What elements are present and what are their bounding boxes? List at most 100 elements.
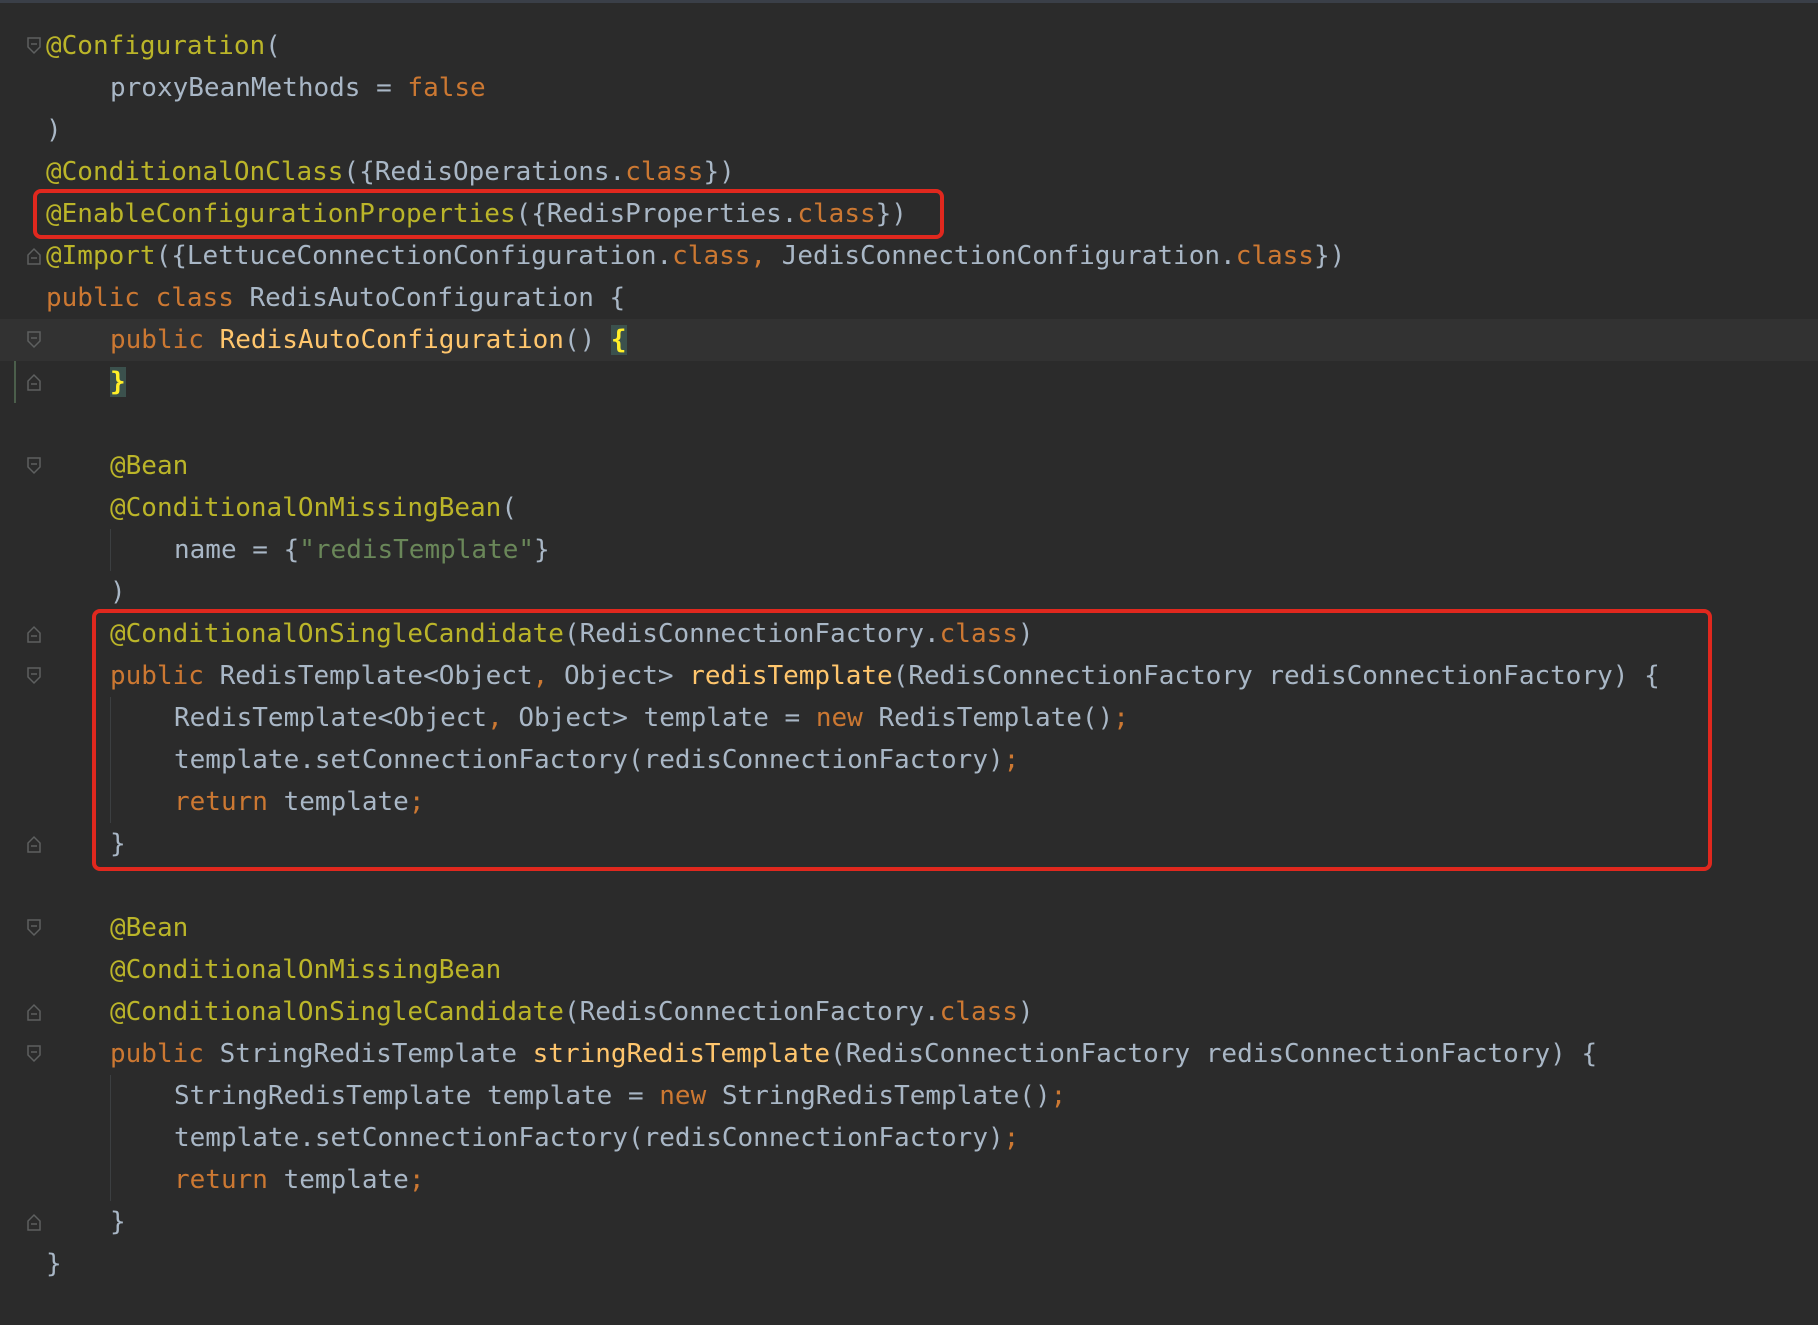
code-text[interactable]: public RedisAutoConfiguration() { <box>110 319 627 361</box>
code-token: ; <box>1050 1081 1067 1111</box>
code-line[interactable]: } <box>0 361 1818 403</box>
code-token: @Bean <box>110 451 189 481</box>
code-line[interactable]: ) <box>0 571 1818 613</box>
code-token: () <box>563 325 611 355</box>
indent-guide <box>110 529 111 571</box>
code-line[interactable]: template.setConnectionFactory(redisConne… <box>0 1117 1818 1159</box>
code-text[interactable]: name = {"redisTemplate"} <box>174 529 550 571</box>
code-line[interactable] <box>0 865 1818 907</box>
fold-open-icon[interactable] <box>27 457 41 475</box>
code-text[interactable]: public StringRedisTemplate stringRedisTe… <box>110 1033 1597 1075</box>
code-text[interactable]: } <box>46 1243 62 1285</box>
code-text[interactable]: ) <box>46 109 62 151</box>
code-token: "redisTemplate" <box>299 535 535 565</box>
code-token: ({RedisOperations. <box>343 157 626 187</box>
code-token: class <box>1235 241 1314 271</box>
code-line[interactable]: public StringRedisTemplate stringRedisTe… <box>0 1033 1818 1075</box>
code-token: RedisAutoConfiguration { <box>249 283 626 313</box>
code-line[interactable]: @Bean <box>0 907 1818 949</box>
code-line[interactable]: } <box>0 1201 1818 1243</box>
code-text[interactable]: @ConditionalOnClass({RedisOperations.cla… <box>46 151 735 193</box>
code-token: { <box>610 325 627 355</box>
code-text[interactable]: proxyBeanMethods = false <box>110 67 486 109</box>
code-token: } <box>110 1207 126 1237</box>
code-token: } <box>534 535 550 565</box>
code-token: ( <box>501 493 517 523</box>
code-line[interactable]: name = {"redisTemplate"} <box>0 529 1818 571</box>
code-token: } <box>110 367 126 397</box>
code-token: StringRedisTemplate <box>219 1039 533 1069</box>
code-token: StringRedisTemplate() <box>721 1081 1051 1111</box>
code-token: public <box>110 1039 220 1069</box>
fold-close-icon[interactable] <box>27 373 41 391</box>
code-line[interactable]: @ConditionalOnSingleCandidate(RedisConne… <box>0 991 1818 1033</box>
code-line[interactable]: StringRedisTemplate template = new Strin… <box>0 1075 1818 1117</box>
code-token: class <box>625 157 704 187</box>
code-token: @Configuration <box>46 31 266 61</box>
code-text[interactable]: @Bean <box>110 907 188 949</box>
code-line[interactable]: ) <box>0 109 1818 151</box>
fold-close-icon[interactable] <box>27 247 41 265</box>
code-line[interactable]: } <box>0 1243 1818 1285</box>
code-line[interactable]: @Configuration( <box>0 25 1818 67</box>
code-text[interactable]: @Configuration( <box>46 25 281 67</box>
code-line[interactable] <box>0 403 1818 445</box>
code-line[interactable]: @Import({LettuceConnectionConfiguration.… <box>0 235 1818 277</box>
fold-open-icon[interactable] <box>27 37 41 55</box>
code-line[interactable]: @Bean <box>0 445 1818 487</box>
code-token: false <box>407 73 486 103</box>
code-line[interactable]: @ConditionalOnClass({RedisOperations.cla… <box>0 151 1818 193</box>
code-token: RedisAutoConfiguration <box>219 325 564 355</box>
code-token: ) <box>110 577 126 607</box>
fold-open-icon[interactable] <box>27 1045 41 1063</box>
code-text[interactable]: @ConditionalOnMissingBean <box>110 949 501 991</box>
fold-close-icon[interactable] <box>27 835 41 853</box>
code-token: (RedisConnectionFactory. <box>563 997 940 1027</box>
code-token: new <box>659 1081 722 1111</box>
highlight-box-redis-template-method <box>92 609 1712 871</box>
code-line[interactable]: @ConditionalOnMissingBean( <box>0 487 1818 529</box>
code-token: @Import <box>46 241 156 271</box>
code-token: @ConditionalOnMissingBean <box>110 493 502 523</box>
fold-close-icon[interactable] <box>27 1003 41 1021</box>
code-text[interactable]: return template; <box>174 1159 424 1201</box>
code-token: ( <box>265 31 281 61</box>
code-text[interactable]: @Bean <box>110 445 188 487</box>
code-text[interactable]: @ConditionalOnSingleCandidate(RedisConne… <box>110 991 1034 1033</box>
code-token: (RedisConnectionFactory redisConnectionF… <box>830 1039 1598 1069</box>
code-token: template <box>283 1165 409 1195</box>
code-line[interactable]: public class RedisAutoConfiguration { <box>0 277 1818 319</box>
code-line[interactable]: proxyBeanMethods = false <box>0 67 1818 109</box>
code-token: } <box>46 1249 62 1279</box>
code-token: class <box>672 241 751 271</box>
code-text[interactable]: ) <box>110 571 126 613</box>
code-token: @ConditionalOnSingleCandidate <box>110 997 564 1027</box>
code-token: return <box>174 1165 284 1195</box>
fold-close-icon[interactable] <box>27 1213 41 1231</box>
code-token: @ConditionalOnMissingBean <box>110 955 502 985</box>
code-token: StringRedisTemplate template = <box>174 1081 660 1111</box>
code-text[interactable]: public class RedisAutoConfiguration { <box>46 277 625 319</box>
code-text[interactable]: template.setConnectionFactory(redisConne… <box>174 1117 1019 1159</box>
code-text[interactable]: } <box>110 361 126 403</box>
fold-close-icon[interactable] <box>27 625 41 643</box>
code-token: ({LettuceConnectionConfiguration. <box>155 241 673 271</box>
code-line[interactable]: @ConditionalOnMissingBean <box>0 949 1818 991</box>
fold-open-icon[interactable] <box>27 667 41 685</box>
code-text[interactable]: @ConditionalOnMissingBean( <box>110 487 517 529</box>
code-token: @Bean <box>110 913 189 943</box>
fold-open-icon[interactable] <box>27 919 41 937</box>
code-token: stringRedisTemplate <box>532 1039 831 1069</box>
code-line[interactable]: return template; <box>0 1159 1818 1201</box>
code-token: template.setConnectionFactory(redisConne… <box>174 1123 1004 1153</box>
code-token: class <box>939 997 1018 1027</box>
code-token: public <box>110 325 220 355</box>
code-text[interactable]: } <box>110 1201 126 1243</box>
code-token: @ConditionalOnClass <box>46 157 344 187</box>
code-text[interactable]: @Import({LettuceConnectionConfiguration.… <box>46 235 1345 277</box>
code-line[interactable]: public RedisAutoConfiguration() { <box>0 319 1818 361</box>
fold-open-icon[interactable] <box>27 331 41 349</box>
highlight-box-enable-configuration-properties <box>33 189 944 239</box>
code-editor[interactable]: @Configuration(proxyBeanMethods = false)… <box>0 0 1818 1325</box>
code-text[interactable]: StringRedisTemplate template = new Strin… <box>174 1075 1066 1117</box>
